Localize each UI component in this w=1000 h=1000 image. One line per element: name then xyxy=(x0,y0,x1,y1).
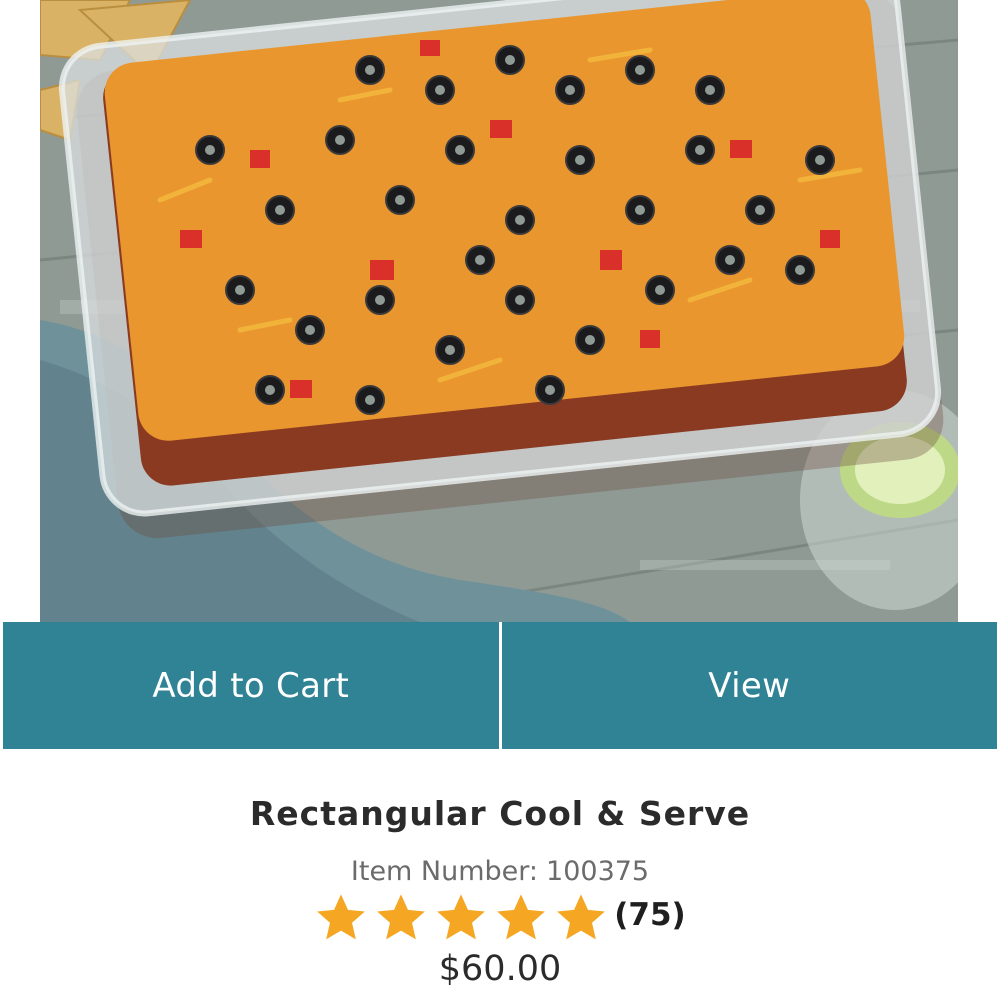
product-title[interactable]: Rectangular Cool & Serve xyxy=(0,794,1000,833)
star-icon xyxy=(317,894,366,940)
product-rating[interactable]: (75) xyxy=(0,891,1000,945)
product-price: $60.00 xyxy=(438,949,562,989)
star-icon xyxy=(497,894,546,940)
item-number-value: 100375 xyxy=(546,856,650,887)
star-icon xyxy=(437,894,486,940)
rating-stars xyxy=(314,891,608,945)
view-button[interactable]: View xyxy=(501,622,997,749)
add-to-cart-button[interactable]: Add to Cart xyxy=(3,622,499,749)
review-count[interactable]: (75) xyxy=(614,897,685,933)
product-info: Rectangular Cool & Serve Item Number: 100… xyxy=(0,749,1000,1000)
product-image-illustration xyxy=(40,0,958,622)
item-number-line: Item Number: 100375 xyxy=(0,856,1000,887)
star-icon xyxy=(377,894,426,940)
star-icon xyxy=(557,894,606,940)
product-action-bar: Add to Cart View xyxy=(3,622,997,749)
product-card: Add to Cart View Rectangular Cool & Serv… xyxy=(0,0,1000,1000)
product-image[interactable] xyxy=(40,0,958,622)
item-number-label: Item Number: xyxy=(350,856,539,887)
